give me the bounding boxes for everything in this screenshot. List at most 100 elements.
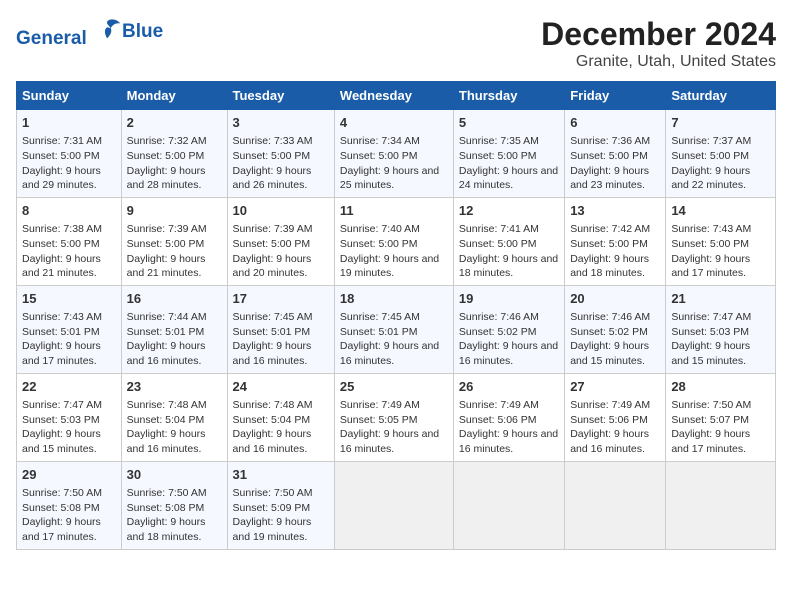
sunset-text: Sunset: 5:06 PM — [570, 414, 648, 426]
day-cell — [666, 461, 776, 549]
daylight-text: Daylight: 9 hours and 28 minutes. — [127, 165, 206, 192]
day-cell: 3Sunrise: 7:33 AMSunset: 5:00 PMDaylight… — [227, 110, 334, 198]
day-cell: 4Sunrise: 7:34 AMSunset: 5:00 PMDaylight… — [334, 110, 453, 198]
sunset-text: Sunset: 5:00 PM — [570, 238, 648, 250]
day-cell: 16Sunrise: 7:44 AMSunset: 5:01 PMDayligh… — [121, 285, 227, 373]
day-cell: 13Sunrise: 7:42 AMSunset: 5:00 PMDayligh… — [565, 197, 666, 285]
sunrise-text: Sunrise: 7:32 AM — [127, 135, 207, 147]
day-cell: 1Sunrise: 7:31 AMSunset: 5:00 PMDaylight… — [17, 110, 122, 198]
sunrise-text: Sunrise: 7:46 AM — [459, 311, 539, 323]
daylight-text: Daylight: 9 hours and 16 minutes. — [233, 340, 312, 367]
daylight-text: Daylight: 9 hours and 22 minutes. — [671, 165, 750, 192]
sunrise-text: Sunrise: 7:50 AM — [233, 487, 313, 499]
daylight-text: Daylight: 9 hours and 23 minutes. — [570, 165, 649, 192]
title-block: December 2024 Granite, Utah, United Stat… — [541, 16, 776, 71]
sunrise-text: Sunrise: 7:49 AM — [459, 399, 539, 411]
sunset-text: Sunset: 5:02 PM — [459, 326, 537, 338]
day-cell: 11Sunrise: 7:40 AMSunset: 5:00 PMDayligh… — [334, 197, 453, 285]
day-number: 7 — [671, 114, 770, 132]
logo: General Blue — [16, 16, 163, 50]
day-cell: 31Sunrise: 7:50 AMSunset: 5:09 PMDayligh… — [227, 461, 334, 549]
daylight-text: Daylight: 9 hours and 18 minutes. — [570, 253, 649, 280]
day-number: 16 — [127, 290, 222, 308]
day-cell: 2Sunrise: 7:32 AMSunset: 5:00 PMDaylight… — [121, 110, 227, 198]
day-number: 27 — [570, 378, 660, 396]
sunrise-text: Sunrise: 7:47 AM — [671, 311, 751, 323]
day-cell: 24Sunrise: 7:48 AMSunset: 5:04 PMDayligh… — [227, 373, 334, 461]
col-header-friday: Friday — [565, 82, 666, 110]
day-cell: 20Sunrise: 7:46 AMSunset: 5:02 PMDayligh… — [565, 285, 666, 373]
sunset-text: Sunset: 5:03 PM — [671, 326, 749, 338]
daylight-text: Daylight: 9 hours and 15 minutes. — [22, 428, 101, 455]
sunset-text: Sunset: 5:00 PM — [233, 238, 311, 250]
day-cell: 25Sunrise: 7:49 AMSunset: 5:05 PMDayligh… — [334, 373, 453, 461]
day-number: 11 — [340, 202, 448, 220]
daylight-text: Daylight: 9 hours and 24 minutes. — [459, 165, 558, 192]
sunrise-text: Sunrise: 7:35 AM — [459, 135, 539, 147]
header-row: SundayMondayTuesdayWednesdayThursdayFrid… — [17, 82, 776, 110]
day-cell: 15Sunrise: 7:43 AMSunset: 5:01 PMDayligh… — [17, 285, 122, 373]
calendar-container: General Blue December 2024 Granite, Utah… — [0, 0, 792, 558]
day-cell: 6Sunrise: 7:36 AMSunset: 5:00 PMDaylight… — [565, 110, 666, 198]
day-cell: 27Sunrise: 7:49 AMSunset: 5:06 PMDayligh… — [565, 373, 666, 461]
daylight-text: Daylight: 9 hours and 16 minutes. — [127, 340, 206, 367]
day-cell — [453, 461, 564, 549]
day-cell: 17Sunrise: 7:45 AMSunset: 5:01 PMDayligh… — [227, 285, 334, 373]
calendar-title: December 2024 — [541, 16, 776, 53]
daylight-text: Daylight: 9 hours and 16 minutes. — [459, 340, 558, 367]
sunrise-text: Sunrise: 7:38 AM — [22, 223, 102, 235]
daylight-text: Daylight: 9 hours and 26 minutes. — [233, 165, 312, 192]
sunset-text: Sunset: 5:08 PM — [127, 502, 205, 514]
sunset-text: Sunset: 5:00 PM — [459, 238, 537, 250]
day-cell: 22Sunrise: 7:47 AMSunset: 5:03 PMDayligh… — [17, 373, 122, 461]
daylight-text: Daylight: 9 hours and 18 minutes. — [127, 516, 206, 543]
daylight-text: Daylight: 9 hours and 18 minutes. — [459, 253, 558, 280]
daylight-text: Daylight: 9 hours and 17 minutes. — [671, 428, 750, 455]
day-number: 5 — [459, 114, 559, 132]
day-cell: 21Sunrise: 7:47 AMSunset: 5:03 PMDayligh… — [666, 285, 776, 373]
daylight-text: Daylight: 9 hours and 20 minutes. — [233, 253, 312, 280]
day-number: 23 — [127, 378, 222, 396]
sunset-text: Sunset: 5:00 PM — [127, 238, 205, 250]
day-number: 17 — [233, 290, 329, 308]
sunrise-text: Sunrise: 7:50 AM — [127, 487, 207, 499]
day-cell: 12Sunrise: 7:41 AMSunset: 5:00 PMDayligh… — [453, 197, 564, 285]
col-header-monday: Monday — [121, 82, 227, 110]
sunset-text: Sunset: 5:01 PM — [340, 326, 418, 338]
col-header-wednesday: Wednesday — [334, 82, 453, 110]
week-row-1: 1 Sunrise: 7:31 AM Sunset: 5:00 PM Daylight… — [17, 110, 776, 198]
day-number: 26 — [459, 378, 559, 396]
day-cell: 26Sunrise: 7:49 AMSunset: 5:06 PMDayligh… — [453, 373, 564, 461]
day-number: 31 — [233, 466, 329, 484]
logo-bird-icon — [94, 16, 122, 44]
day-number: 18 — [340, 290, 448, 308]
sunset-text: Sunset: 5:06 PM — [459, 414, 537, 426]
sunrise-text: Sunrise: 7:31 AM — [22, 135, 102, 147]
sunrise-text: Sunrise: 7:47 AM — [22, 399, 102, 411]
day-cell: 18Sunrise: 7:45 AMSunset: 5:01 PMDayligh… — [334, 285, 453, 373]
logo-text: General — [16, 16, 122, 50]
day-number: 8 — [22, 202, 116, 220]
sunset-text: Sunset: 5:07 PM — [671, 414, 749, 426]
sunrise-text: Sunrise: 7:48 AM — [233, 399, 313, 411]
daylight-text: Daylight: 9 hours and 17 minutes. — [671, 253, 750, 280]
day-cell: 29Sunrise: 7:50 AMSunset: 5:08 PMDayligh… — [17, 461, 122, 549]
sunset-text: Sunset: 5:01 PM — [233, 326, 311, 338]
sunrise-text: Sunrise: 7:39 AM — [127, 223, 207, 235]
day-number: 13 — [570, 202, 660, 220]
daylight-text: Daylight: 9 hours and 16 minutes. — [340, 428, 439, 455]
sunrise-text: Sunrise: 7:37 AM — [671, 135, 751, 147]
daylight-text: Daylight: 9 hours and 19 minutes. — [233, 516, 312, 543]
sunrise-text: Sunrise: 7:45 AM — [340, 311, 420, 323]
daylight-text: Daylight: 9 hours and 29 minutes. — [22, 165, 101, 192]
day-cell — [334, 461, 453, 549]
day-number: 28 — [671, 378, 770, 396]
day-number: 6 — [570, 114, 660, 132]
sunrise-text: Sunrise: 7:43 AM — [22, 311, 102, 323]
sunrise-text: Sunrise: 7:40 AM — [340, 223, 420, 235]
sunset-text: Sunset: 5:00 PM — [340, 238, 418, 250]
sunset-text: Sunset: 5:00 PM — [459, 150, 537, 162]
col-header-tuesday: Tuesday — [227, 82, 334, 110]
day-number: 14 — [671, 202, 770, 220]
day-number: 1 — [22, 114, 116, 132]
